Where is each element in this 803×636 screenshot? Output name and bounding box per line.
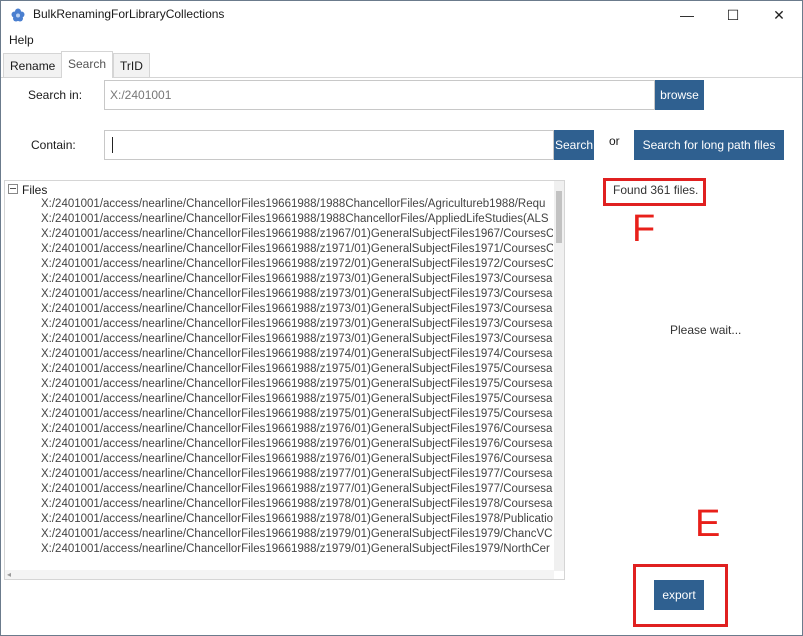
- file-list-item[interactable]: X:/2401001/access/nearline/ChancellorFil…: [41, 452, 553, 467]
- tab-strip: Rename Search TrID: [1, 51, 802, 78]
- annotation-box-f: [603, 178, 706, 206]
- file-list-item[interactable]: X:/2401001/access/nearline/ChancellorFil…: [41, 467, 553, 482]
- file-list-item[interactable]: X:/2401001/access/nearline/ChancellorFil…: [41, 512, 553, 527]
- close-button[interactable]: ✕: [756, 1, 802, 29]
- app-flower-icon: [11, 8, 25, 22]
- files-tree[interactable]: Files X:/2401001/access/nearline/Chancel…: [4, 180, 565, 580]
- vertical-scroll-thumb[interactable]: [556, 191, 562, 243]
- files-tree-header[interactable]: Files: [8, 183, 47, 197]
- text-caret: [112, 137, 113, 153]
- search-in-value: X:/2401001: [110, 88, 172, 102]
- search-in-field[interactable]: X:/2401001: [104, 80, 655, 110]
- files-tree-label: Files: [22, 183, 48, 197]
- file-list-item[interactable]: X:/2401001/access/nearline/ChancellorFil…: [41, 377, 553, 392]
- file-list-item[interactable]: X:/2401001/access/nearline/ChancellorFil…: [41, 482, 553, 497]
- menu-bar: Help: [1, 29, 802, 49]
- file-list-item[interactable]: X:/2401001/access/nearline/ChancellorFil…: [41, 437, 553, 452]
- contain-label: Contain:: [31, 138, 76, 152]
- annotation-letter-e: E: [695, 503, 721, 545]
- file-list-item[interactable]: X:/2401001/access/nearline/ChancellorFil…: [41, 542, 553, 557]
- file-list-item[interactable]: X:/2401001/access/nearline/ChancellorFil…: [41, 317, 553, 332]
- file-list-item[interactable]: X:/2401001/access/nearline/ChancellorFil…: [41, 257, 553, 272]
- window-title: BulkRenamingForLibraryCollections: [33, 7, 225, 21]
- search-button[interactable]: Search: [554, 130, 594, 160]
- file-list-item[interactable]: X:/2401001/access/nearline/ChancellorFil…: [41, 497, 553, 512]
- app-window: BulkRenamingForLibraryCollections — ☐ ✕ …: [0, 0, 803, 636]
- vertical-scrollbar[interactable]: [554, 181, 564, 571]
- file-list-item[interactable]: X:/2401001/access/nearline/ChancellorFil…: [41, 362, 553, 377]
- title-bar: BulkRenamingForLibraryCollections — ☐ ✕: [1, 1, 802, 29]
- file-list-item[interactable]: X:/2401001/access/nearline/ChancellorFil…: [41, 527, 553, 542]
- annotation-letter-f: F: [632, 208, 656, 250]
- file-list-item[interactable]: X:/2401001/access/nearline/ChancellorFil…: [41, 302, 553, 317]
- menu-help[interactable]: Help: [9, 33, 34, 47]
- collapse-icon[interactable]: [8, 184, 18, 194]
- file-list-item[interactable]: X:/2401001/access/nearline/ChancellorFil…: [41, 272, 553, 287]
- tab-trid[interactable]: TrID: [113, 53, 150, 77]
- contain-input[interactable]: [104, 130, 554, 160]
- search-in-label: Search in:: [28, 88, 83, 102]
- horizontal-scrollbar[interactable]: ◂: [5, 570, 554, 579]
- file-list-item[interactable]: X:/2401001/access/nearline/ChancellorFil…: [41, 227, 553, 242]
- please-wait-text: Please wait...: [670, 323, 742, 337]
- file-list-item[interactable]: X:/2401001/access/nearline/ChancellorFil…: [41, 197, 553, 212]
- annotation-box-e: [633, 564, 728, 627]
- file-list-item[interactable]: X:/2401001/access/nearline/ChancellorFil…: [41, 392, 553, 407]
- tab-search[interactable]: Search: [61, 51, 114, 78]
- file-list-item[interactable]: X:/2401001/access/nearline/ChancellorFil…: [41, 212, 553, 227]
- browse-button[interactable]: browse: [655, 80, 704, 110]
- maximize-button[interactable]: ☐: [710, 1, 756, 29]
- file-list-item[interactable]: X:/2401001/access/nearline/ChancellorFil…: [41, 347, 553, 362]
- files-list: X:/2401001/access/nearline/ChancellorFil…: [41, 197, 553, 573]
- file-list-item[interactable]: X:/2401001/access/nearline/ChancellorFil…: [41, 332, 553, 347]
- file-list-item[interactable]: X:/2401001/access/nearline/ChancellorFil…: [41, 287, 553, 302]
- or-label: or: [609, 134, 620, 148]
- file-list-item[interactable]: X:/2401001/access/nearline/ChancellorFil…: [41, 242, 553, 257]
- tab-rename[interactable]: Rename: [3, 53, 63, 77]
- scroll-left-icon[interactable]: ◂: [7, 570, 11, 579]
- minimize-button[interactable]: —: [664, 1, 710, 29]
- file-list-item[interactable]: X:/2401001/access/nearline/ChancellorFil…: [41, 422, 553, 437]
- file-list-item[interactable]: X:/2401001/access/nearline/ChancellorFil…: [41, 407, 553, 422]
- search-long-path-button[interactable]: Search for long path files: [634, 130, 784, 160]
